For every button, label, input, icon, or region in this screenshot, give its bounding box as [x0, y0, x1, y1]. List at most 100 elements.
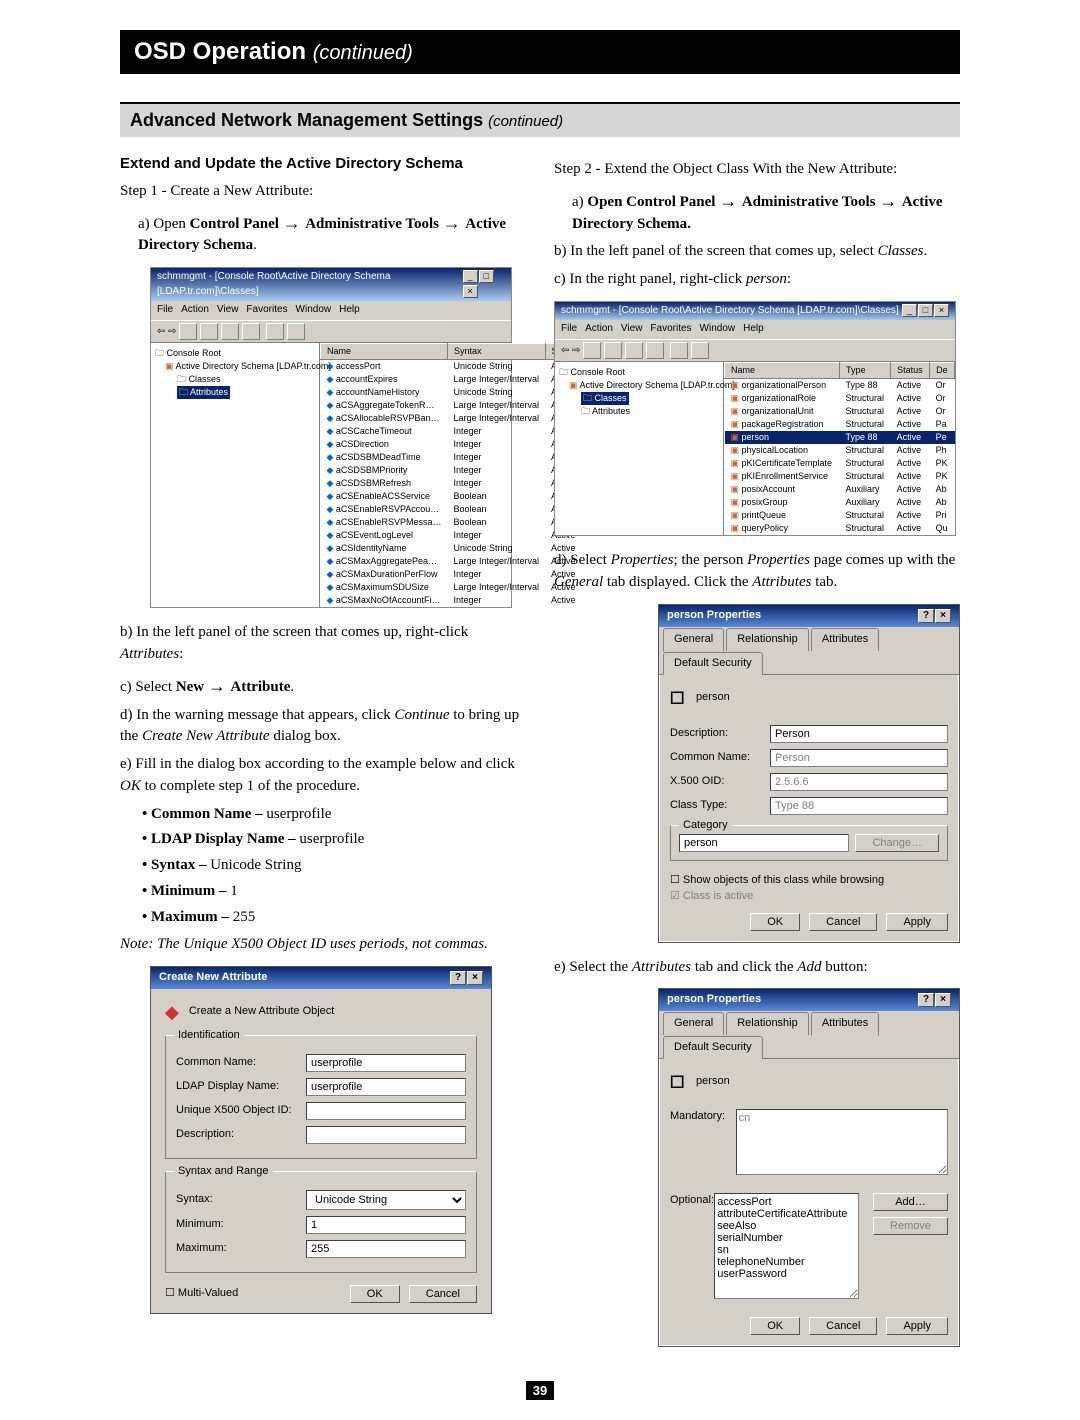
person-properties-general: person Properties ?× General Relationshi…	[658, 604, 960, 943]
list-item[interactable]: aCSMaxNoOfAccountFi…IntegerActive	[321, 594, 584, 607]
category-field[interactable]	[679, 834, 849, 852]
ok-button[interactable]: OK	[750, 913, 800, 931]
list-item[interactable]: organizationalRoleStructuralActiveOr	[725, 392, 955, 405]
apply-button[interactable]: Apply	[886, 1317, 948, 1335]
list-item[interactable]: accountExpiresLarge Integer/IntervalActi…	[321, 373, 584, 386]
list-item[interactable]: aCSMaxDurationPerFlowIntegerActive	[321, 568, 584, 581]
tab-general: General	[663, 628, 724, 652]
section-title: Advanced Network Management Settings	[130, 110, 483, 130]
attribute-icon: ◆	[165, 999, 179, 1025]
minimum-input[interactable]	[306, 1216, 466, 1234]
list-item[interactable]: printQueueStructuralActivePri	[725, 509, 955, 522]
ok-button[interactable]: OK	[750, 1317, 800, 1335]
list-item[interactable]: accessPortUnicode StringActive	[321, 359, 584, 373]
tree-classes: Classes	[155, 373, 315, 386]
tab-attributes: Attributes	[811, 628, 879, 651]
tab-bar[interactable]: General Relationship Attributes Default …	[659, 627, 959, 675]
tab-default-security: Default Security	[663, 652, 763, 675]
right-a: a) Open Control Panel → Administrative T…	[554, 187, 960, 236]
list-item[interactable]: posixGroupAuxiliaryActiveAb	[725, 496, 955, 509]
mmc-attributes-screenshot: schmmgmt - [Console Root\Active Director…	[150, 267, 512, 608]
remove-button: Remove	[873, 1217, 948, 1235]
window-controls[interactable]: _□×	[462, 270, 505, 299]
list-view[interactable]: Name Type Status De organizationalPerson…	[724, 362, 955, 536]
multi-valued-checkbox[interactable]: Multi-Valued	[165, 1286, 238, 1302]
window-title: schmmgmt - [Console Root\Active Director…	[561, 304, 899, 319]
right-d: d) Select Properties; the person Propert…	[554, 550, 960, 594]
description-field[interactable]	[770, 725, 948, 743]
tab-bar[interactable]: General Relationship Attributes Default …	[659, 1011, 959, 1059]
right-c: c) In the right panel, right-click perso…	[554, 269, 960, 291]
list-item[interactable]: aCSEnableRSVPAccou…BooleanActive	[321, 503, 584, 516]
tree-classes-selected: Classes	[581, 392, 629, 405]
maximum-input[interactable]	[306, 1240, 466, 1258]
ok-button[interactable]: OK	[350, 1285, 400, 1303]
tree-view[interactable]: Console Root Active Directory Schema [LD…	[151, 343, 320, 608]
menubar[interactable]: FileActionViewFavoritesWindowHelp	[555, 320, 955, 340]
section-title-bar: Advanced Network Management Settings (co…	[120, 102, 960, 137]
close-icon: ×	[463, 285, 478, 298]
tree-schema: Active Directory Schema [LDAP.tr.com]	[155, 360, 315, 373]
list-item[interactable]: aCSCacheTimeoutIntegerActive	[321, 425, 584, 438]
help-icon[interactable]: ?	[450, 971, 466, 985]
class-active-checkbox: Class is active	[670, 890, 753, 902]
list-item[interactable]: aCSEnableRSVPMessa…BooleanActive	[321, 516, 584, 529]
list-item[interactable]: personType 88ActivePe	[725, 431, 955, 444]
toolbar[interactable]: ⇦ ⇨	[555, 340, 955, 362]
list-item[interactable]: aCSDSBMRefreshIntegerActive	[321, 477, 584, 490]
list-item[interactable]: organizationalUnitStructuralActiveOr	[725, 405, 955, 418]
tree-view[interactable]: Console Root Active Directory Schema [LD…	[555, 362, 724, 536]
list-item[interactable]: aCSDSBMDeadTimeIntegerActive	[321, 451, 584, 464]
arrow-icon: →	[443, 213, 466, 233]
list-view[interactable]: Name Syntax Status accessPortUnicode Str…	[320, 343, 584, 608]
toolbar[interactable]: ⇦ ⇨	[151, 321, 511, 343]
close-icon[interactable]: ×	[467, 971, 483, 985]
description-input[interactable]	[306, 1126, 466, 1144]
cancel-button[interactable]: Cancel	[809, 1317, 877, 1335]
list-item[interactable]: aCSDSBMPriorityIntegerActive	[321, 464, 584, 477]
list-item[interactable]: aCSAggregateTokenR…Large Integer/Interva…	[321, 399, 584, 412]
right-column: Step 2 - Extend the Object Class With th…	[554, 153, 960, 1361]
oid-field	[770, 773, 948, 791]
list-item[interactable]: aCSEnableACSServiceBooleanActive	[321, 490, 584, 503]
list-item[interactable]: pKICertificateTemplateStructuralActivePK	[725, 457, 955, 470]
window-title: schmmgmt - [Console Root\Active Director…	[157, 270, 462, 299]
page-title: OSD Operation	[134, 38, 306, 65]
cancel-button[interactable]: Cancel	[809, 913, 877, 931]
page-number: 39	[526, 1381, 554, 1400]
list-item[interactable]: aCSEventLogLevelIntegerActive	[321, 529, 584, 542]
optional-list[interactable]: accessPort attributeCertificateAttribute…	[714, 1193, 859, 1299]
ldap-display-name-input[interactable]	[306, 1078, 466, 1096]
left-c: c) Select New → Attribute.	[120, 672, 526, 699]
left-d: d) In the warning message that appears, …	[120, 705, 526, 749]
oid-input[interactable]	[306, 1102, 466, 1120]
list-item[interactable]: organizationalPersonType 88ActiveOr	[725, 378, 955, 392]
tab-relationship: Relationship	[726, 1012, 809, 1035]
list-item[interactable]: aCSMaxAggregatePea…Large Integer/Interva…	[321, 555, 584, 568]
list-item[interactable]: accountNameHistoryUnicode StringActive	[321, 386, 584, 399]
window-controls[interactable]: _□×	[901, 304, 949, 319]
left-e: e) Fill in the dialog box according to t…	[120, 754, 526, 798]
mandatory-list: cn	[736, 1109, 948, 1175]
tab-attributes: Attributes	[811, 1012, 879, 1036]
list-item[interactable]: pKIEnrollmentServiceStructuralActivePK	[725, 470, 955, 483]
create-attribute-dialog: Create New Attribute ?× ◆ Create a New A…	[150, 966, 492, 1314]
list-item[interactable]: aCSIdentityNameUnicode StringActive	[321, 542, 584, 555]
arrow-icon: →	[719, 191, 742, 211]
menubar[interactable]: FileActionViewFavoritesWindowHelp	[151, 301, 511, 321]
list-item[interactable]: packageRegistrationStructuralActivePa	[725, 418, 955, 431]
cancel-button[interactable]: Cancel	[409, 1285, 477, 1303]
right-b: b) In the left panel of the screen that …	[554, 241, 960, 263]
add-button[interactable]: Add…	[873, 1193, 948, 1211]
tab-default-security: Default Security	[663, 1036, 763, 1059]
show-objects-checkbox[interactable]: Show objects of this class while browsin…	[670, 874, 884, 886]
syntax-select[interactable]: Unicode String	[306, 1190, 466, 1210]
list-item[interactable]: aCSDirectionIntegerActive	[321, 438, 584, 451]
list-item[interactable]: posixAccountAuxiliaryActiveAb	[725, 483, 955, 496]
list-item[interactable]: aCSAllocableRSVPBan…Large Integer/Interv…	[321, 412, 584, 425]
common-name-input[interactable]	[306, 1054, 466, 1072]
apply-button[interactable]: Apply	[886, 913, 948, 931]
list-item[interactable]: aCSMaximumSDUSizeLarge Integer/IntervalA…	[321, 581, 584, 594]
list-item[interactable]: physicalLocationStructuralActivePh	[725, 444, 955, 457]
list-item[interactable]: queryPolicyStructuralActiveQu	[725, 522, 955, 535]
